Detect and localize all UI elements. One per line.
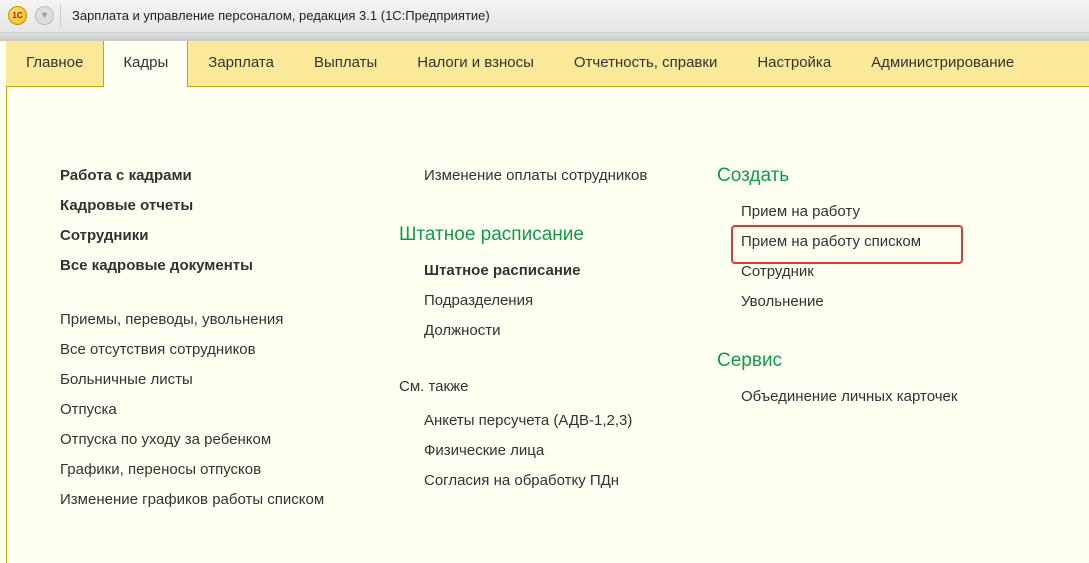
link-item[interactable]: Графики, переносы отпусков: [60, 460, 261, 480]
toolbar-gap: [0, 33, 1089, 41]
section-heading: Штатное расписание: [399, 224, 584, 245]
service-heading: Сервис: [717, 350, 783, 371]
highlight-box: [731, 225, 963, 264]
title-bar: 1С ▼ Зарплата и управление персоналом, р…: [0, 0, 1089, 33]
tab-glavnoe[interactable]: Главное: [6, 41, 103, 86]
link-item[interactable]: Приемы, переводы, увольнения: [60, 310, 283, 330]
link-item[interactable]: Отпуска: [60, 400, 117, 420]
link-kadrovye-otchety[interactable]: Кадровые отчеты: [60, 196, 193, 216]
link-item[interactable]: Физические лица: [424, 441, 544, 461]
link-item[interactable]: Все отсутствия сотрудников: [60, 340, 256, 360]
tab-administrirovanie[interactable]: Администрирование: [851, 41, 1034, 86]
link-vse-kadrovye-dokumenty[interactable]: Все кадровые документы: [60, 256, 253, 276]
link-item[interactable]: Больничные листы: [60, 370, 193, 390]
tab-nastroyka[interactable]: Настройка: [737, 41, 851, 86]
link-item[interactable]: Анкеты персучета (АДВ-1,2,3): [424, 411, 632, 431]
link-item[interactable]: Согласия на обработку ПДн: [424, 471, 619, 491]
divider: [60, 4, 61, 28]
main-menu-button[interactable]: ▼: [35, 6, 54, 25]
link-item[interactable]: Увольнение: [741, 292, 824, 312]
link-item[interactable]: Сотрудник: [741, 262, 814, 282]
link-item[interactable]: Прием на работу: [741, 202, 860, 222]
see-also-label: См. также: [399, 378, 469, 395]
link-item[interactable]: Должности: [424, 321, 501, 341]
tab-vyplaty[interactable]: Выплаты: [294, 41, 397, 86]
link-sotrudniki[interactable]: Сотрудники: [60, 226, 148, 246]
link-item[interactable]: Изменение графиков работы списком: [60, 490, 324, 510]
tab-nalogi[interactable]: Налоги и взносы: [397, 41, 554, 86]
window-title: Зарплата и управление персоналом, редакц…: [72, 8, 490, 23]
link-item[interactable]: Объединение личных карточек: [741, 387, 957, 407]
section-tabs: Главное Кадры Зарплата Выплаты Налоги и …: [6, 41, 1089, 87]
create-heading: Создать: [717, 165, 790, 186]
link-item[interactable]: Подразделения: [424, 291, 533, 311]
tab-otchetnost[interactable]: Отчетность, справки: [554, 41, 737, 86]
1c-logo-icon[interactable]: 1С: [8, 6, 27, 25]
tab-zarplata[interactable]: Зарплата: [188, 41, 294, 86]
tab-kadry[interactable]: Кадры: [103, 41, 189, 87]
link-izmenenie-oplaty[interactable]: Изменение оплаты сотрудников: [424, 166, 647, 186]
link-item[interactable]: Отпуска по уходу за ребенком: [60, 430, 271, 450]
link-item[interactable]: Штатное расписание: [424, 261, 580, 281]
link-rabota-s-kadrami[interactable]: Работа с кадрами: [60, 166, 192, 186]
